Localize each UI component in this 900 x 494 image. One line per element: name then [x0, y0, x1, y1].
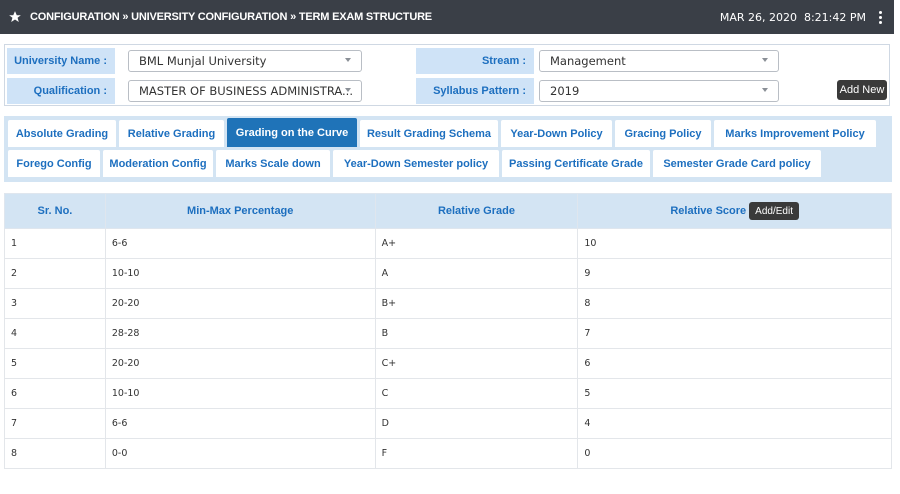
table-row: 6 10-10 C 5	[4, 378, 892, 409]
tab-grading-on-the-curve[interactable]: Grading on the Curve	[227, 118, 357, 147]
tab-forego-config[interactable]: Forego Config	[8, 150, 100, 177]
column-header-relative-grade: Relative Grade	[374, 193, 579, 229]
cell-relative-score: 5	[577, 378, 892, 409]
tab-year-down-policy[interactable]: Year-Down Policy	[501, 120, 612, 147]
cell-relative-grade: C	[374, 378, 579, 409]
cell-relative-score: 8	[577, 288, 892, 319]
cell-min-max-percentage: 6-6	[104, 408, 376, 439]
university-select[interactable]: BML Munjal University	[128, 50, 362, 72]
cell-relative-score: 4	[577, 408, 892, 439]
chevron-down-icon	[345, 88, 351, 92]
tab-relative-grading[interactable]: Relative Grading	[119, 120, 224, 147]
stream-select-value: Management	[550, 54, 626, 68]
grading-curve-table: Sr. No. Min-Max Percentage Relative Grad…	[4, 193, 892, 469]
datetime-display: MAR 26, 2020 8:21:42 PM	[719, 10, 866, 24]
cell-relative-grade: A	[374, 258, 579, 289]
university-select-value: BML Munjal University	[139, 54, 267, 68]
cell-sr-no: 1	[4, 228, 106, 259]
tab-semester-grade-card-policy[interactable]: Semester Grade Card policy	[653, 150, 821, 177]
table-header-row: Sr. No. Min-Max Percentage Relative Grad…	[4, 193, 892, 229]
cell-min-max-percentage: 20-20	[104, 348, 376, 379]
cell-relative-score: 6	[577, 348, 892, 379]
cell-relative-grade: B+	[374, 288, 579, 319]
syllabus-select[interactable]: 2019	[539, 80, 779, 102]
chevron-down-icon	[762, 58, 768, 62]
relative-score-label: Relative Score	[670, 204, 747, 217]
cell-relative-score: 10	[577, 228, 892, 259]
tab-marks-improvement-policy[interactable]: Marks Improvement Policy	[714, 120, 876, 147]
syllabus-select-value: 2019	[550, 84, 580, 98]
stream-select[interactable]: Management	[539, 50, 779, 72]
column-header-min-max-percentage: Min-Max Percentage	[104, 193, 376, 229]
syllabus-label: Syllabus Pattern :	[416, 78, 534, 104]
cell-sr-no: 5	[4, 348, 106, 379]
stream-label: Stream :	[416, 48, 534, 74]
tab-passing-certificate-grade[interactable]: Passing Certificate Grade	[502, 150, 650, 177]
cell-relative-grade: C+	[374, 348, 579, 379]
column-header-sr-no: Sr. No.	[4, 193, 106, 229]
cell-relative-grade: F	[374, 438, 579, 469]
cell-relative-grade: D	[374, 408, 579, 439]
table-row: 4 28-28 B 7	[4, 318, 892, 349]
university-label: University Name :	[7, 48, 115, 74]
cell-relative-grade: B	[374, 318, 579, 349]
qualification-label: Qualification :	[7, 78, 115, 104]
tab-absolute-grading[interactable]: Absolute Grading	[8, 120, 116, 147]
cell-min-max-percentage: 0-0	[104, 438, 376, 469]
star-icon[interactable]	[0, 10, 30, 24]
cell-sr-no: 3	[4, 288, 106, 319]
cell-min-max-percentage: 28-28	[104, 318, 376, 349]
cell-sr-no: 2	[4, 258, 106, 289]
table-row: 5 20-20 C+ 6	[4, 348, 892, 379]
cell-sr-no: 7	[4, 408, 106, 439]
cell-min-max-percentage: 6-6	[104, 228, 376, 259]
table-row: 8 0-0 F 0	[4, 438, 892, 469]
add-edit-button[interactable]: Add/Edit	[749, 202, 799, 220]
cell-relative-grade: A+	[374, 228, 579, 259]
table-row: 1 6-6 A+ 10	[4, 228, 892, 259]
column-header-relative-score: Relative Score Add/Edit	[577, 193, 892, 229]
policy-tabs: Absolute Grading Relative Grading Gradin…	[4, 116, 892, 182]
cell-relative-score: 7	[577, 318, 892, 349]
breadcrumb: CONFIGURATION » UNIVERSITY CONFIGURATION…	[30, 11, 432, 23]
chevron-down-icon	[762, 88, 768, 92]
page-header: CONFIGURATION » UNIVERSITY CONFIGURATION…	[0, 0, 894, 34]
cell-min-max-percentage: 10-10	[104, 378, 376, 409]
cell-sr-no: 4	[4, 318, 106, 349]
cell-sr-no: 8	[4, 438, 106, 469]
chevron-down-icon	[345, 58, 351, 62]
cell-relative-score: 0	[577, 438, 892, 469]
tab-gracing-policy[interactable]: Gracing Policy	[615, 120, 711, 147]
qualification-select-value: MASTER OF BUSINESS ADMINISTRA...	[139, 84, 353, 98]
cell-min-max-percentage: 10-10	[104, 258, 376, 289]
table-row: 7 6-6 D 4	[4, 408, 892, 439]
kebab-menu-icon[interactable]	[872, 10, 888, 24]
cell-min-max-percentage: 20-20	[104, 288, 376, 319]
tab-year-down-semester-policy[interactable]: Year-Down Semester policy	[333, 150, 499, 177]
table-row: 2 10-10 A 9	[4, 258, 892, 289]
tab-result-grading-schema[interactable]: Result Grading Schema	[360, 120, 498, 147]
cell-relative-score: 9	[577, 258, 892, 289]
qualification-select[interactable]: MASTER OF BUSINESS ADMINISTRA...	[128, 80, 362, 102]
filter-form: University Name : BML Munjal University …	[4, 44, 890, 106]
cell-sr-no: 6	[4, 378, 106, 409]
table-row: 3 20-20 B+ 8	[4, 288, 892, 319]
add-new-button[interactable]: Add New	[837, 80, 887, 100]
tab-moderation-config[interactable]: Moderation Config	[103, 150, 213, 177]
tab-marks-scale-down[interactable]: Marks Scale down	[216, 150, 330, 177]
